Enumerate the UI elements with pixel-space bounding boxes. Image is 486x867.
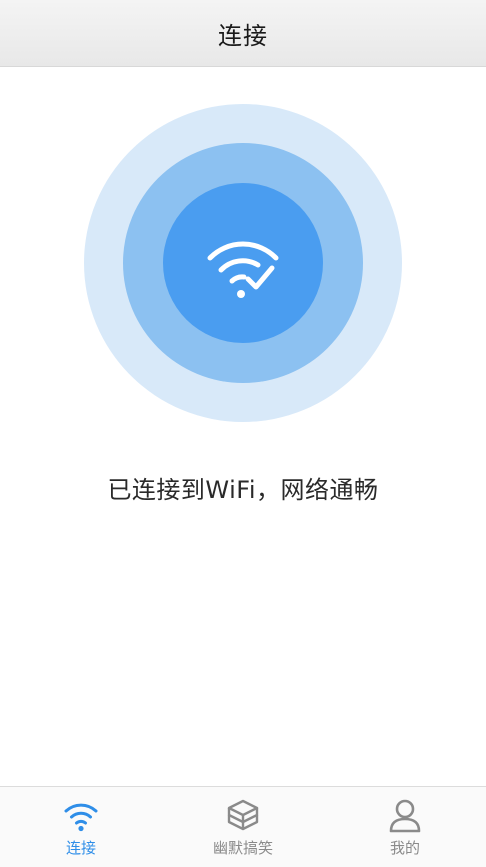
app-screen: 连接 已连接到WiFi，网络通畅 连接 幽默搞笑 我的 [0, 0, 486, 867]
wifi-check-icon [207, 241, 279, 298]
connection-status-text: 已连接到WiFi，网络通畅 [107, 476, 379, 504]
cube-stack-icon [227, 799, 259, 831]
wifi-icon [64, 803, 98, 832]
page-title: 连接 [218, 21, 268, 50]
tab-profile[interactable]: 我的 [324, 787, 486, 867]
bottom-tab-bar: 连接 幽默搞笑 我的 [0, 786, 486, 867]
connection-status-graphic [84, 104, 402, 422]
user-icon [389, 799, 421, 833]
tab-label: 幽默搞笑 [212, 839, 273, 857]
tab-label: 我的 [389, 839, 420, 857]
tab-label: 连接 [65, 839, 96, 857]
tab-humor[interactable]: 幽默搞笑 [162, 787, 324, 867]
nav-bar: 连接 [0, 0, 486, 67]
tab-connect[interactable]: 连接 [0, 787, 162, 867]
